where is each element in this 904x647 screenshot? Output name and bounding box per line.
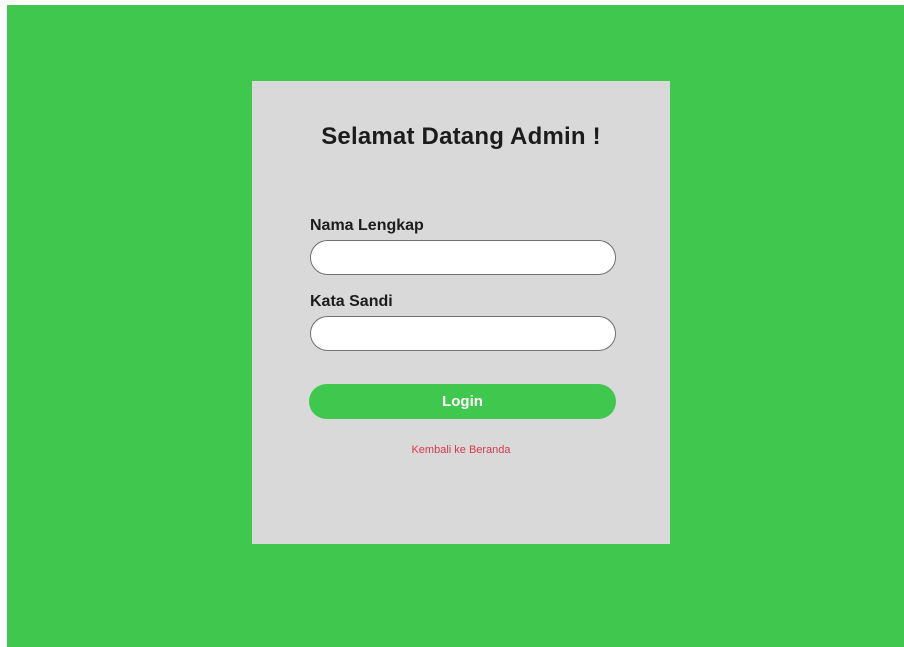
login-button[interactable]: Login bbox=[309, 384, 616, 419]
password-input[interactable] bbox=[310, 316, 616, 351]
name-input[interactable] bbox=[310, 240, 616, 275]
name-label: Nama Lengkap bbox=[310, 217, 424, 234]
back-to-home-link[interactable]: Kembali ke Beranda bbox=[252, 444, 670, 456]
login-card: Selamat Datang Admin ! Nama Lengkap Kata… bbox=[252, 81, 670, 544]
page-title: Selamat Datang Admin ! bbox=[321, 123, 601, 150]
password-label: Kata Sandi bbox=[310, 293, 393, 310]
page-background: Selamat Datang Admin ! Nama Lengkap Kata… bbox=[7, 5, 904, 647]
